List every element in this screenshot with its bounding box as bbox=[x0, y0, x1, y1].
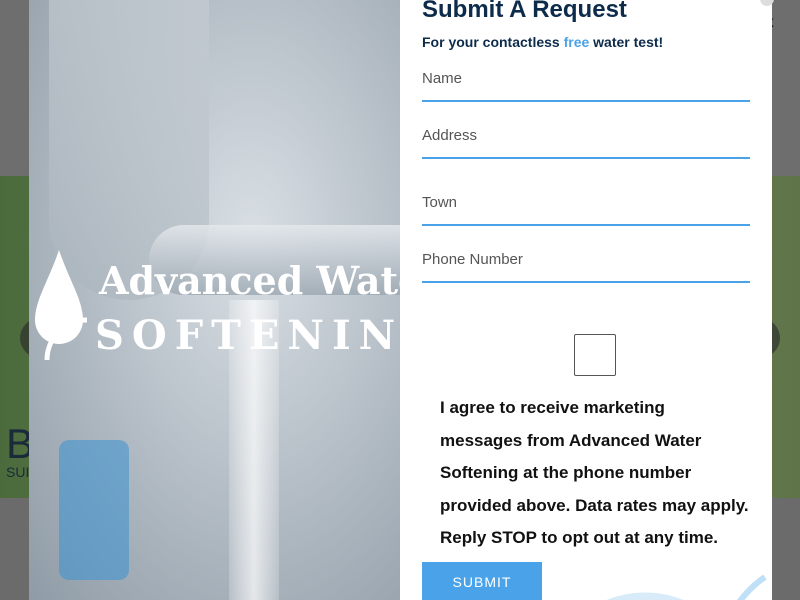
form-title: Submit A Request bbox=[422, 0, 627, 23]
logo-text-line2: SOFTENING bbox=[95, 312, 400, 359]
logo-text-line1: Advanced Water bbox=[99, 258, 400, 303]
request-form: Submit A Request For your contactless fr… bbox=[400, 0, 772, 600]
address-field-wrapper bbox=[422, 127, 750, 159]
town-field[interactable] bbox=[422, 194, 750, 211]
phone-field[interactable] bbox=[422, 251, 750, 268]
address-field[interactable] bbox=[422, 127, 750, 144]
subtitle-suffix: water test! bbox=[589, 34, 664, 50]
consent-checkbox[interactable] bbox=[574, 334, 616, 376]
form-subtitle: For your contactless free water test! bbox=[422, 34, 663, 50]
subtitle-highlight: free bbox=[563, 34, 590, 50]
consent-text: I agree to receive marketing messages fr… bbox=[440, 398, 749, 547]
glass-shape bbox=[59, 440, 129, 580]
town-field-wrapper bbox=[422, 194, 750, 226]
subtitle-prefix: For your contactless bbox=[422, 34, 564, 50]
request-modal: Advanced Water SOFTENING Submit A Reques… bbox=[29, 0, 772, 600]
name-field[interactable] bbox=[422, 70, 750, 87]
faucet-photo: Advanced Water SOFTENING bbox=[29, 0, 400, 600]
decorative-wave-icon bbox=[606, 575, 767, 600]
phone-field-wrapper bbox=[422, 251, 750, 283]
background-hero-subtitle: SUI bbox=[6, 464, 30, 480]
name-field-wrapper bbox=[422, 70, 750, 102]
submit-button[interactable]: SUBMIT bbox=[422, 562, 542, 600]
water-drop-icon bbox=[35, 250, 88, 361]
company-logo: Advanced Water SOFTENING bbox=[29, 240, 400, 370]
